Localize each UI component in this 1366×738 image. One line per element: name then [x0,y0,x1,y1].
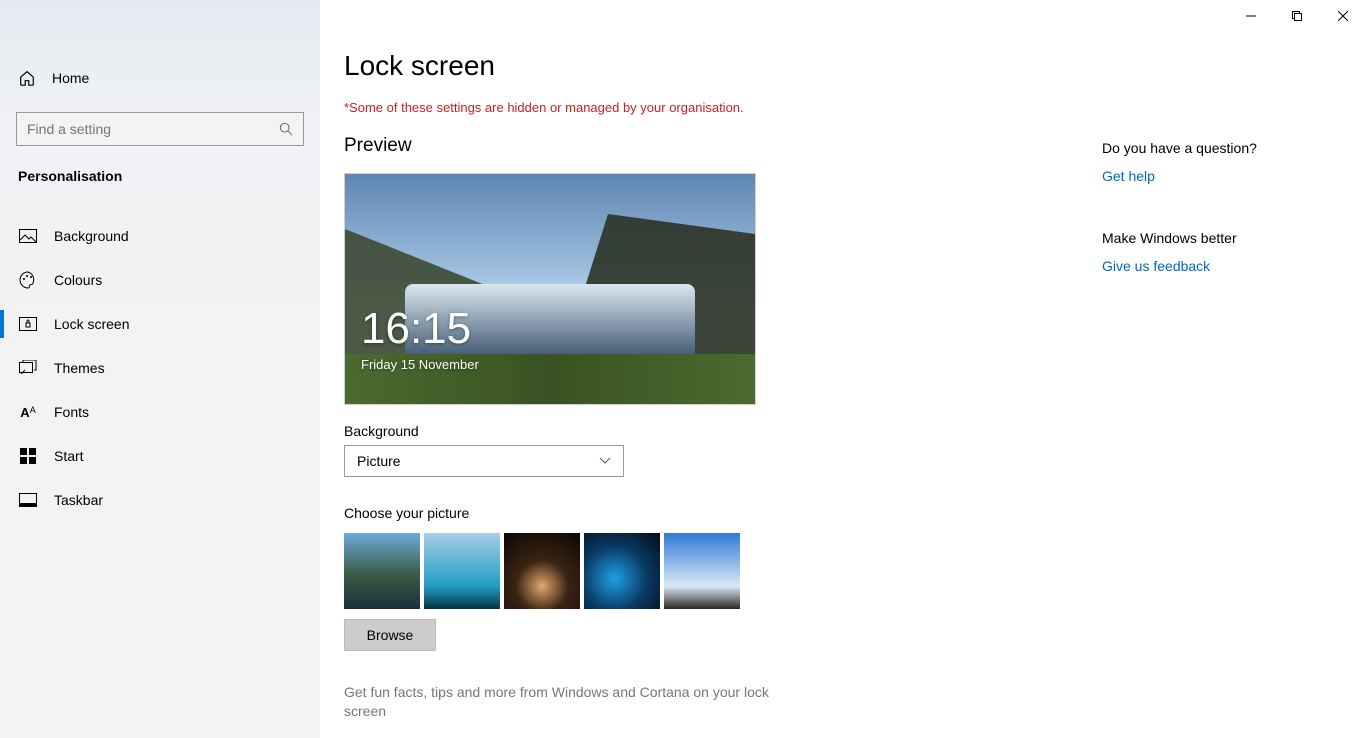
start-icon [18,448,38,464]
get-help-link[interactable]: Get help [1102,168,1342,184]
picture-icon [18,229,38,243]
org-warning: *Some of these settings are hidden or ma… [344,100,1342,115]
main-content: Lock screen *Some of these settings are … [320,0,1366,738]
question-heading: Do you have a question? [1102,140,1342,156]
choose-picture-label: Choose your picture [344,505,1342,521]
sidebar-item-label: Lock screen [54,316,129,332]
picture-thumb-1[interactable] [344,533,420,609]
chevron-down-icon [599,457,611,465]
browse-button[interactable]: Browse [344,619,436,651]
themes-icon [18,360,38,376]
picture-thumb-2[interactable] [424,533,500,609]
sidebar-item-colours[interactable]: Colours [0,258,320,302]
home-label: Home [52,70,89,86]
nav-list: Background Colours Lock screen Themes AA… [0,214,320,522]
sidebar-item-lock-screen[interactable]: Lock screen [0,302,320,346]
palette-icon [18,271,38,289]
sidebar-item-label: Colours [54,272,102,288]
sidebar-item-label: Background [54,228,129,244]
preview-date: Friday 15 November [361,357,479,372]
sidebar-item-label: Start [54,448,84,464]
picture-thumbnails [344,533,1342,609]
sidebar: Home Personalisation Background Colours … [0,0,320,738]
sidebar-item-background[interactable]: Background [0,214,320,258]
sidebar-item-taskbar[interactable]: Taskbar [0,478,320,522]
sidebar-item-label: Taskbar [54,492,103,508]
help-sidebar: Do you have a question? Get help Make Wi… [1102,140,1342,274]
sidebar-item-fonts[interactable]: AA Fonts [0,390,320,434]
lock-screen-icon [18,317,38,331]
improve-heading: Make Windows better [1102,230,1342,246]
background-label: Background [344,423,1342,439]
lock-screen-preview: 16:15 Friday 15 November [344,173,756,405]
fonts-icon: AA [18,405,38,420]
background-value: Picture [357,453,401,469]
home-icon [18,69,36,87]
preview-time: 16:15 [361,304,471,354]
sidebar-item-label: Themes [54,360,105,376]
spotlight-hint: Get fun facts, tips and more from Window… [344,683,774,721]
search-box[interactable] [16,112,304,146]
background-select[interactable]: Picture [344,445,624,477]
picture-thumb-4[interactable] [584,533,660,609]
picture-thumb-3[interactable] [504,533,580,609]
home-link[interactable]: Home [0,56,320,100]
sidebar-item-start[interactable]: Start [0,434,320,478]
sidebar-item-label: Fonts [54,404,89,420]
taskbar-icon [18,493,38,507]
page-title: Lock screen [344,50,1342,82]
picture-thumb-5[interactable] [664,533,740,609]
feedback-link[interactable]: Give us feedback [1102,258,1342,274]
section-title: Personalisation [0,146,320,192]
search-input[interactable] [27,121,279,137]
search-container [16,112,304,146]
search-icon [279,122,293,136]
sidebar-item-themes[interactable]: Themes [0,346,320,390]
